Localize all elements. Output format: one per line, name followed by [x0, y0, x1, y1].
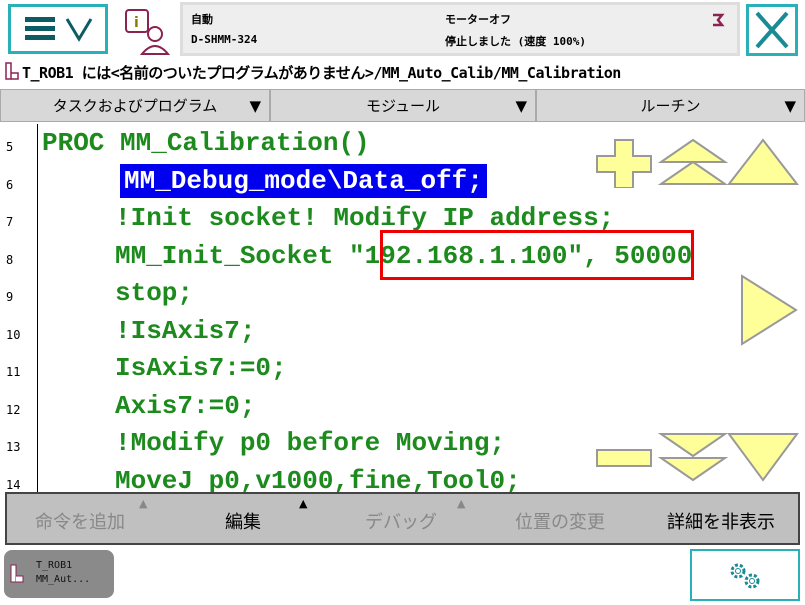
routines-dropdown[interactable]: ルーチン ▼ — [536, 89, 805, 122]
dropdown-arrow-icon: ▼ — [249, 96, 261, 115]
top-bar: i 自動 D-SHMM-324 モーターオフ 停止しました (速度 100%) — [0, 0, 805, 60]
quickset-button[interactable] — [690, 549, 800, 601]
event-log-icon[interactable]: i — [122, 6, 172, 56]
code-text: PROC MM_Calibration() — [42, 128, 370, 158]
page-up-button[interactable] — [657, 138, 729, 185]
svg-text:i: i — [134, 15, 139, 31]
task-name: T_ROB1 — [36, 560, 73, 571]
code-line[interactable]: !Init socket! Modify IP address; — [115, 203, 614, 233]
status-panel[interactable]: 自動 D-SHMM-324 モーターオフ 停止しました (速度 100%) — [180, 2, 740, 56]
line-number: 11 — [6, 365, 21, 379]
code-line[interactable]: stop; — [115, 278, 193, 308]
program-icon — [10, 564, 24, 583]
line-number: 14 — [6, 477, 21, 492]
zoom-in-button[interactable] — [596, 139, 652, 188]
line-number: 12 — [6, 402, 21, 417]
code-line[interactable]: Axis7:=0; — [115, 391, 255, 421]
selected-code-text: MM_Debug_mode\Data_off; — [120, 163, 487, 198]
line-number: 6 — [6, 177, 14, 192]
modules-dropdown[interactable]: モジュール ▼ — [270, 89, 536, 122]
gears-icon — [730, 563, 760, 589]
debug-button[interactable]: デバッグ — [365, 508, 437, 534]
code-line[interactable]: !Modify p0 before Moving; — [115, 428, 505, 458]
dropdown-label: モジュール — [366, 97, 440, 115]
motor-state: モーターオフ — [445, 13, 511, 26]
line-number: 5 — [6, 140, 14, 154]
modify-position-button[interactable]: 位置の変更 — [515, 508, 605, 534]
program-state: 停止しました (速度 100%) — [445, 35, 586, 48]
code-line[interactable]: MoveJ p0,v1000,fine,Tool0; — [115, 466, 521, 493]
dropdown-arrow-icon: ▼ — [784, 96, 796, 115]
code-text: Axis7:=0; — [115, 390, 256, 421]
program-icon — [5, 62, 19, 80]
add-instruction-button[interactable]: 命令を追加 — [35, 508, 125, 534]
page-down-button[interactable] — [657, 433, 729, 482]
scroll-right-button[interactable] — [740, 274, 800, 346]
breadcrumb: T_ROB1 には<名前のついたプログラムがありません>/MM_Auto_Cal… — [22, 64, 621, 82]
menu-up-icon: ▲ — [457, 497, 466, 510]
tasks-programs-dropdown[interactable]: タスクおよびプログラム ▼ — [0, 89, 270, 122]
ip-address-highlight — [380, 230, 694, 280]
dropdown-arrow-icon: ▼ — [515, 96, 527, 115]
command-bar: 命令を追加 ▲ 編集 ▲ デバッグ ▲ 位置の変更 詳細を非表示 — [5, 492, 800, 545]
gutter-divider — [37, 124, 38, 492]
code-line[interactable]: PROC MM_Calibration() — [42, 128, 370, 158]
hide-details-button[interactable]: 詳細を非表示 — [667, 508, 775, 534]
menu-up-icon: ▲ — [299, 497, 308, 510]
controller-name: D-SHMM-324 — [191, 33, 258, 46]
dropdown-label: タスクおよびプログラム — [52, 97, 218, 115]
code-editor[interactable]: 5 PROC MM_Calibration() 6 MM_Debug_mode\Dat… — [0, 124, 805, 492]
scroll-down-button[interactable] — [727, 433, 799, 482]
main-menu-button[interactable] — [8, 4, 108, 54]
task-program: MM_Aut... — [36, 574, 91, 585]
menu-icon — [25, 17, 93, 42]
menu-up-icon: ▲ — [139, 497, 148, 510]
dropdown-label: ルーチン — [640, 97, 701, 115]
code-text: !Init socket! Modify IP address; — [115, 203, 615, 233]
line-number: 7 — [6, 215, 14, 229]
scroll-up-button[interactable] — [726, 138, 800, 185]
operating-mode: 自動 — [191, 13, 213, 26]
code-text: !Modify p0 before Moving; — [115, 428, 506, 458]
close-icon — [755, 11, 789, 49]
code-line[interactable]: MM_Debug_mode\Data_off; — [120, 163, 487, 198]
zoom-out-button[interactable] — [596, 449, 652, 467]
line-number: 8 — [6, 252, 14, 267]
line-number: 9 — [6, 290, 14, 304]
close-button[interactable] — [746, 4, 798, 56]
line-number: 13 — [6, 440, 21, 454]
line-number: 10 — [6, 327, 21, 342]
code-line[interactable]: !IsAxis7; — [115, 316, 255, 346]
edit-button[interactable]: 編集 — [225, 508, 261, 534]
robot-icon — [713, 13, 725, 27]
taskbar-program-button[interactable]: T_ROB1 MM_Aut... — [4, 550, 114, 598]
code-line[interactable]: IsAxis7:=0; — [115, 353, 287, 383]
code-text: MoveJ p0,v1000,fine,Tool0; — [115, 465, 521, 493]
code-text: IsAxis7:=0; — [115, 353, 287, 383]
scroll-down-controls — [596, 433, 799, 482]
scroll-up-controls — [596, 138, 800, 188]
code-text: stop; — [115, 278, 194, 308]
code-text: !IsAxis7; — [115, 315, 256, 346]
